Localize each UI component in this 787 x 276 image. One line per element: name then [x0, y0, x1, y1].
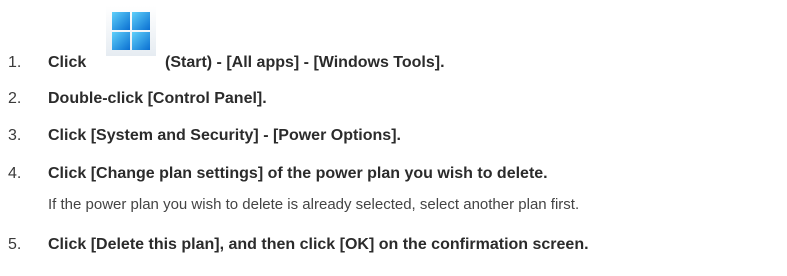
windows-start-icon [106, 6, 156, 56]
step-number: 4. [8, 165, 22, 182]
step-text: Click [48, 54, 87, 71]
step-number: 5. [8, 236, 22, 253]
step-text: (Start) - [All apps] - [Windows Tools]. [165, 54, 445, 71]
step-number: 3. [8, 127, 22, 144]
step-text: Click [Change plan settings] of the powe… [48, 165, 548, 182]
step-text: Click [System and Security] - [Power Opt… [48, 127, 401, 144]
step-text: Double-click [Control Panel]. [48, 90, 267, 107]
step-number: 1. [8, 54, 22, 71]
step-note: If the power plan you wish to delete is … [48, 196, 580, 213]
instruction-steps: 1. Click (Start) - [All apps] - [Windows… [0, 0, 787, 276]
step-text: Click [Delete this plan], and then click… [48, 236, 589, 253]
step-number: 2. [8, 90, 22, 107]
